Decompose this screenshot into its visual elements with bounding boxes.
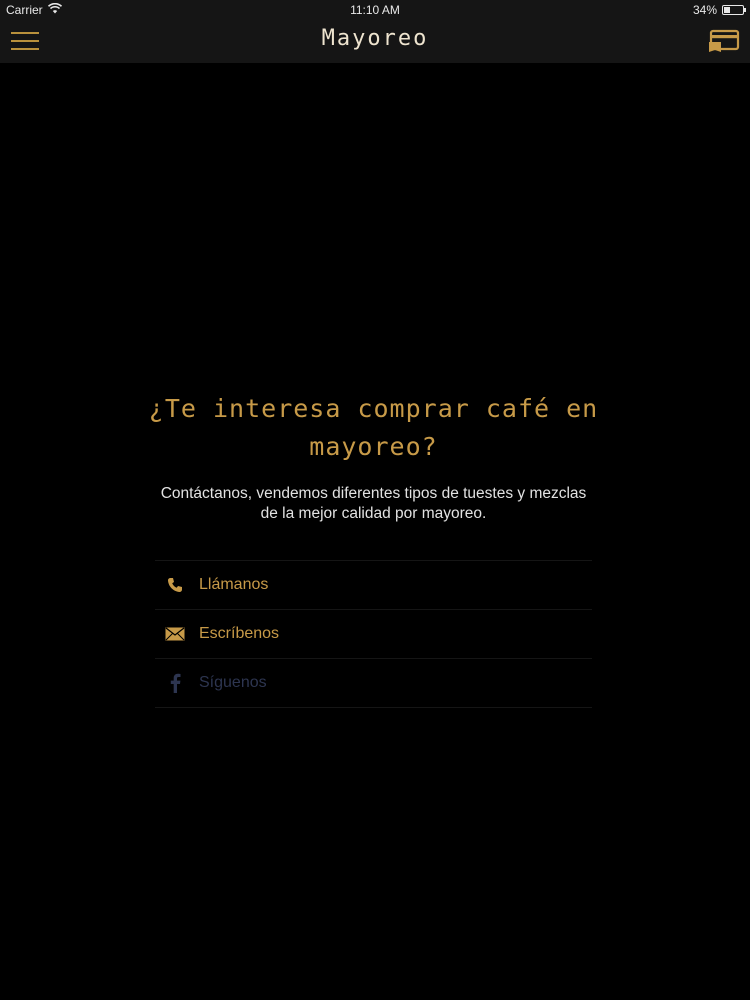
nav-bar: Mayoreo <box>0 20 750 63</box>
battery-fill <box>724 7 731 13</box>
status-bar: Carrier 11:10 AM 34% <box>0 0 750 20</box>
page-title: Mayoreo <box>321 26 429 51</box>
contact-follow-label: Síguenos <box>199 674 267 691</box>
facebook-icon <box>155 673 195 693</box>
contact-call-label: Llámanos <box>199 576 269 593</box>
status-right: 34% <box>692 3 746 17</box>
headline: ¿Te interesa comprar café en mayoreo? <box>148 394 599 461</box>
contact-list: Llámanos Escríbenos Síguenos <box>155 560 592 708</box>
email-icon <box>155 627 195 641</box>
wholesale-section: ¿Te interesa comprar café en mayoreo? Co… <box>149 390 597 708</box>
contact-email[interactable]: Escríbenos <box>155 610 592 659</box>
battery-icon <box>722 5 746 15</box>
contact-email-label: Escríbenos <box>199 625 280 642</box>
phone-icon <box>155 577 195 593</box>
description: Contáctanos, vendemos diferentes tipos d… <box>160 485 587 522</box>
battery-percent: 34% <box>692 3 717 17</box>
contact-call[interactable]: Llámanos <box>155 561 592 610</box>
status-time: 11:10 AM <box>350 3 400 17</box>
contact-follow[interactable]: Síguenos <box>155 659 592 708</box>
cart-icon[interactable] <box>708 28 740 54</box>
